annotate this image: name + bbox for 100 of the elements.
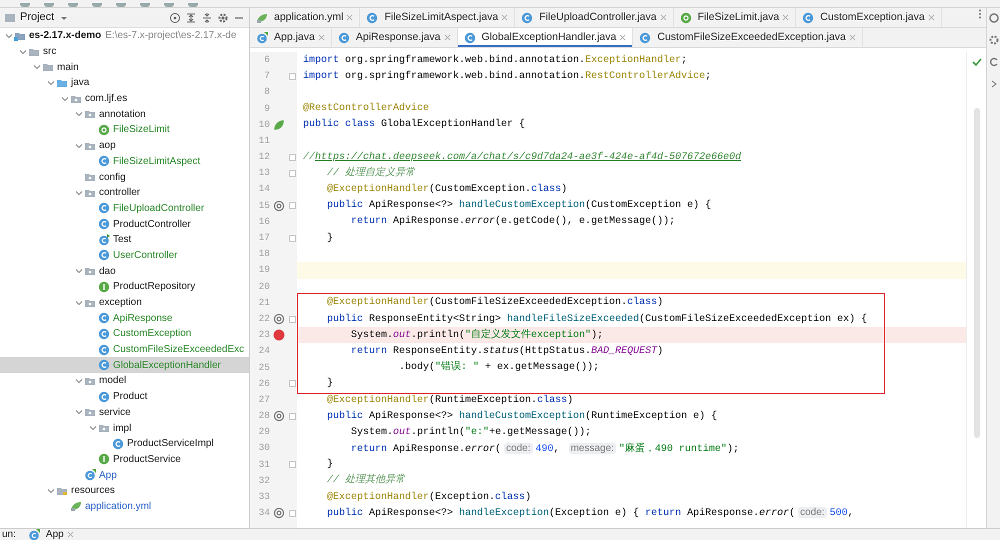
tree-item[interactable]: App bbox=[0, 467, 249, 483]
override-icon[interactable] bbox=[273, 507, 285, 520]
interface-icon bbox=[98, 280, 110, 293]
tree-item[interactable]: ApiResponse bbox=[0, 310, 249, 326]
editor-tab[interactable]: GlobalExceptionHandler.java bbox=[458, 28, 634, 47]
tree-item[interactable]: FileUploadController bbox=[0, 200, 249, 216]
line-number: 20 bbox=[258, 280, 270, 294]
tree-item[interactable]: java bbox=[0, 75, 249, 91]
class-icon bbox=[98, 249, 110, 262]
line-number: 34 bbox=[258, 506, 270, 520]
tool-icon[interactable] bbox=[988, 34, 1000, 46]
toolbar-icon[interactable] bbox=[188, 3, 198, 7]
close-icon[interactable] bbox=[848, 34, 856, 41]
tree-item[interactable]: model bbox=[0, 373, 249, 389]
panel-title[interactable]: Project bbox=[20, 9, 54, 26]
editor-tab[interactable]: FileSizeLimit.java bbox=[674, 8, 796, 27]
line-number: 8 bbox=[263, 85, 270, 100]
toolbar-icon[interactable] bbox=[116, 3, 126, 7]
class-icon bbox=[98, 390, 110, 403]
tree-item[interactable]: config bbox=[0, 169, 249, 185]
editor-tab[interactable]: FileSizeLimitAspect.java bbox=[360, 8, 516, 27]
toolbar-icon[interactable] bbox=[20, 3, 30, 7]
target-icon[interactable] bbox=[169, 12, 181, 24]
breakpoint-icon[interactable] bbox=[273, 329, 285, 342]
class-icon bbox=[338, 32, 350, 44]
tree-item[interactable]: FileSizeLimit bbox=[0, 122, 249, 138]
editor-tab[interactable]: FileUploadController.java bbox=[515, 8, 674, 27]
code-line: } bbox=[326, 232, 334, 246]
editor-tab[interactable]: App.java bbox=[250, 28, 332, 47]
close-icon[interactable] bbox=[346, 14, 354, 21]
toolbar-icon[interactable] bbox=[164, 3, 174, 7]
line-number: 27 bbox=[258, 392, 270, 407]
override-icon[interactable] bbox=[273, 410, 285, 422]
tree-item[interactable]: com.ljf.es bbox=[0, 90, 249, 106]
editor-tab[interactable]: ApiResponse.java bbox=[332, 28, 458, 47]
tree-item[interactable]: service bbox=[0, 404, 249, 420]
tree-item[interactable]: ProductServiceImpl bbox=[0, 436, 249, 452]
class-icon bbox=[98, 359, 110, 372]
override-icon[interactable] bbox=[273, 200, 285, 212]
tool-icon[interactable] bbox=[988, 56, 1000, 68]
toolbar-icon[interactable] bbox=[140, 3, 150, 7]
code-line: //https://chat.deepseek.com/a/chat/s/c9d7da24-ae3f-424e-af4d-507672e66e0d bbox=[302, 150, 742, 165]
tree-item[interactable]: ProductService bbox=[0, 452, 249, 468]
line-number: 23 bbox=[258, 328, 270, 342]
tree-item[interactable]: controller bbox=[0, 184, 249, 201]
collapse-all-icon[interactable] bbox=[201, 12, 213, 24]
tree-item[interactable]: Product bbox=[0, 388, 249, 404]
annotation-icon bbox=[680, 12, 692, 24]
close-icon[interactable] bbox=[66, 531, 74, 538]
editor-tab[interactable]: application.yml bbox=[250, 8, 360, 27]
line-number: 29 bbox=[258, 425, 270, 440]
tree-item[interactable]: exception bbox=[0, 294, 249, 310]
folder-icon bbox=[84, 265, 96, 278]
line-number: 13 bbox=[258, 166, 270, 180]
editor-tab[interactable]: CustomFileSizeExceededException.java bbox=[633, 28, 863, 47]
run-tab[interactable]: App bbox=[28, 527, 74, 540]
tree-item[interactable]: UserController bbox=[0, 248, 249, 264]
code-line: @ExceptionHandler(CustomFileSizeExceededException.class) bbox=[326, 296, 664, 310]
tree-item[interactable]: main bbox=[0, 59, 249, 76]
tree-item[interactable]: aop bbox=[0, 138, 249, 154]
tool-icon[interactable] bbox=[988, 12, 1000, 24]
override-icon[interactable] bbox=[273, 313, 285, 326]
line-number: 17 bbox=[258, 231, 270, 246]
tree-item[interactable]: es-2.17.x-demo E:\es-7.x-project\es-2.17.x-de bbox=[0, 28, 249, 44]
class-icon bbox=[98, 328, 110, 340]
tree-item[interactable]: application.yml bbox=[0, 498, 249, 514]
class-icon bbox=[464, 32, 476, 44]
tree-item[interactable]: ProductRepository bbox=[0, 279, 249, 295]
toolbar-icon[interactable] bbox=[68, 3, 78, 7]
tree-item[interactable]: annotation bbox=[0, 106, 249, 122]
toolbar-icon[interactable] bbox=[44, 3, 54, 7]
line-number: 32 bbox=[258, 474, 270, 488]
tree-item[interactable]: Test bbox=[0, 232, 249, 248]
close-icon[interactable] bbox=[318, 34, 325, 41]
toolbar-icon[interactable] bbox=[92, 3, 102, 7]
close-icon[interactable] bbox=[782, 14, 790, 21]
code-line: @ExceptionHandler(CustomException.class) bbox=[326, 182, 568, 198]
tree-item[interactable]: resources bbox=[0, 482, 249, 499]
tree-item[interactable]: src bbox=[0, 44, 249, 60]
close-icon[interactable] bbox=[928, 14, 935, 21]
tree-item[interactable]: CustomException bbox=[0, 326, 249, 342]
tree-item[interactable]: impl bbox=[0, 420, 249, 436]
line-number: 24 bbox=[258, 344, 270, 358]
settings-icon[interactable] bbox=[217, 12, 229, 24]
expand-all-icon[interactable] bbox=[185, 12, 197, 24]
editor-tab[interactable]: CustomException.java bbox=[796, 8, 942, 27]
tree-item[interactable]: dao bbox=[0, 263, 249, 279]
close-icon[interactable] bbox=[619, 34, 626, 41]
close-icon[interactable] bbox=[501, 14, 508, 21]
close-icon[interactable] bbox=[444, 34, 451, 41]
tree-item[interactable]: FileSizeLimitAspect bbox=[0, 154, 249, 170]
class-icon bbox=[98, 155, 110, 168]
class-icon bbox=[98, 234, 110, 246]
tree-item[interactable]: CustomFileSizeExceededExc bbox=[0, 342, 249, 358]
folder-icon bbox=[4, 12, 16, 24]
line-number: 21 bbox=[258, 296, 270, 310]
close-icon[interactable] bbox=[660, 14, 667, 21]
tree-item[interactable]: ProductController bbox=[0, 216, 249, 232]
leaf-icon[interactable] bbox=[273, 118, 285, 131]
line-number: 7 bbox=[263, 69, 270, 84]
